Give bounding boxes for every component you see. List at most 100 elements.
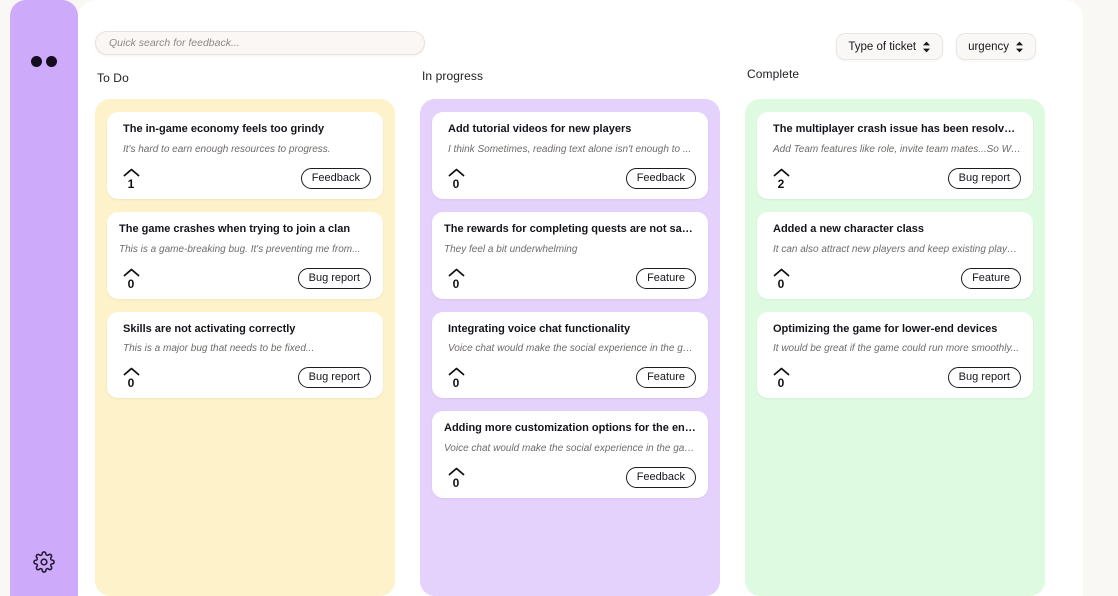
column-complete: Complete The multiplayer crash issue has … [745,66,1045,596]
ticket-description: This is a game-breaking bug. It's preven… [119,243,361,255]
ticket-card[interactable]: Added a new character class It can also a… [757,211,1033,299]
urgency-filter-label: urgency [968,40,1009,53]
upvote-count: 0 [452,176,460,191]
sort-updown-icon [922,41,931,53]
ticket-card[interactable]: The in-game economy feels too grindy It's… [107,112,383,199]
ticket-type-tag[interactable]: Feedback [625,167,696,189]
upvote-button[interactable]: 0 [769,268,791,290]
chevron-up-icon [448,268,465,278]
upvote-count: 0 [452,376,460,391]
upvote-button[interactable]: 0 [444,168,466,190]
urgency-filter[interactable]: urgency [956,33,1036,60]
chevron-up-icon [773,268,790,278]
upvote-button[interactable]: 0 [119,268,141,290]
ticket-card[interactable]: The game crashes when trying to join a c… [107,211,383,299]
ticket-card[interactable]: The rewards for completing quests are no… [432,211,708,299]
filter-group: Type of ticket urgency [836,33,1036,60]
ticket-card[interactable]: Integrating voice chat functionality Voic… [432,311,708,399]
ticket-title: Skills are not activating correctly [123,322,296,335]
column-header-todo: To Do [97,71,129,85]
ticket-card[interactable]: The multiplayer crash issue has been res… [757,112,1033,199]
ticket-title: The in-game economy feels too grindy [123,123,325,135]
ticket-description: Voice chat would make the social experie… [448,343,696,355]
ticket-description: Add Team features like role, invite team… [773,143,1021,155]
ticket-title: The game crashes when trying to join a c… [119,222,351,235]
ticket-type-tag[interactable]: Bug report [297,367,371,389]
upvote-button[interactable]: 2 [769,168,791,190]
column-header-complete: Complete [747,67,800,81]
ticket-card[interactable]: Skills are not activating correctly This … [107,311,383,399]
gear-icon [33,551,55,573]
type-of-ticket-filter-label: Type of ticket [848,40,917,53]
search-container [95,31,425,55]
type-of-ticket-filter[interactable]: Type of ticket [836,33,944,60]
ticket-description: It's hard to earn enough resources to pr… [123,143,331,155]
ticket-description: Voice chat would make the social experie… [444,443,696,454]
ticket-title: Add tutorial videos for new players [448,123,632,135]
ticket-title: Integrating voice chat functionality [448,322,631,335]
ticket-description: This is a major bug that needs to be fix… [123,343,315,355]
ticket-type-tag[interactable]: Feedback [300,167,371,189]
upvote-count: 0 [777,276,785,291]
upvote-button[interactable]: 1 [119,168,141,190]
ticket-type-tag[interactable]: Feedback [625,467,696,488]
upvote-count: 0 [452,476,460,490]
column-body-todo: The in-game economy feels too grindy It's… [95,99,395,596]
ticket-footer: 0 Bug report [119,260,371,290]
upvote-button[interactable]: 0 [769,367,791,389]
ticket-title: Optimizing the game for lower-end device… [773,322,998,335]
upvote-count: 0 [127,376,135,391]
ticket-title: The rewards for completing quests are no… [444,222,696,235]
ticket-footer: 2 Bug report [769,160,1021,190]
ticket-description: They feel a bit underwhelming [444,243,578,255]
main-panel: Type of ticket urgency [78,0,1083,596]
ticket-footer: 0 Feature [444,260,696,290]
upvote-count: 0 [127,276,135,291]
upvote-button[interactable]: 0 [119,367,141,389]
ticket-footer: 0 Feedback [444,459,696,489]
ticket-card[interactable]: Optimizing the game for lower-end device… [757,311,1033,399]
upvote-count: 0 [777,376,785,391]
column-todo: To Do The in-game economy feels too grind… [95,66,395,596]
ticket-type-tag[interactable]: Bug report [947,167,1021,189]
ticket-footer: 0 Bug report [769,359,1021,389]
column-body-progress: Add tutorial videos for new players I thi… [420,99,720,596]
ticket-type-tag[interactable]: Feature [961,267,1021,289]
upvote-count: 1 [127,176,135,191]
app-logo-dots-icon[interactable] [31,56,57,67]
ticket-footer: 0 Bug report [119,359,371,389]
ticket-title: Added a new character class [773,222,925,235]
logo-dot-right [46,56,57,67]
logo-dot-left [31,56,42,67]
top-bar: Type of ticket urgency [78,0,1083,66]
column-progress: In progress Add tutorial videos for new p… [420,66,720,596]
upvote-button[interactable]: 0 [444,367,466,389]
upvote-button[interactable]: 0 [444,467,466,489]
app-root: Type of ticket urgency [0,0,1118,596]
ticket-card[interactable]: Adding more customization options for th… [432,411,708,498]
ticket-title: The multiplayer crash issue has been res… [773,123,1021,135]
ticket-title: Adding more customization options for th… [444,422,696,435]
upvote-count: 0 [452,276,460,291]
chevron-up-icon [123,268,140,278]
kanban-board: To Do The in-game economy feels too grind… [95,66,1083,596]
search-input[interactable] [95,31,425,55]
ticket-footer: 1 Feedback [119,160,371,190]
sort-updown-icon [1015,41,1024,53]
ticket-footer: 0 Feature [444,359,696,389]
ticket-type-tag[interactable]: Feature [636,367,696,389]
ticket-description: It would be great if the game could run … [773,343,1020,355]
ticket-type-tag[interactable]: Feature [636,267,696,289]
ticket-type-tag[interactable]: Bug report [297,267,371,289]
upvote-count: 2 [777,176,785,191]
ticket-type-tag[interactable]: Bug report [947,367,1021,389]
upvote-button[interactable]: 0 [444,268,466,290]
ticket-description: It can also attract new players and keep… [773,243,1021,255]
ticket-description: I think Sometimes, reading text alone is… [448,143,692,155]
ticket-footer: 0 Feedback [444,160,696,190]
ticket-card[interactable]: Add tutorial videos for new players I thi… [432,112,708,199]
column-header-progress: In progress [422,69,484,83]
sidebar [10,0,78,596]
settings-button[interactable] [27,545,61,579]
column-body-complete: The multiplayer crash issue has been res… [745,99,1045,596]
